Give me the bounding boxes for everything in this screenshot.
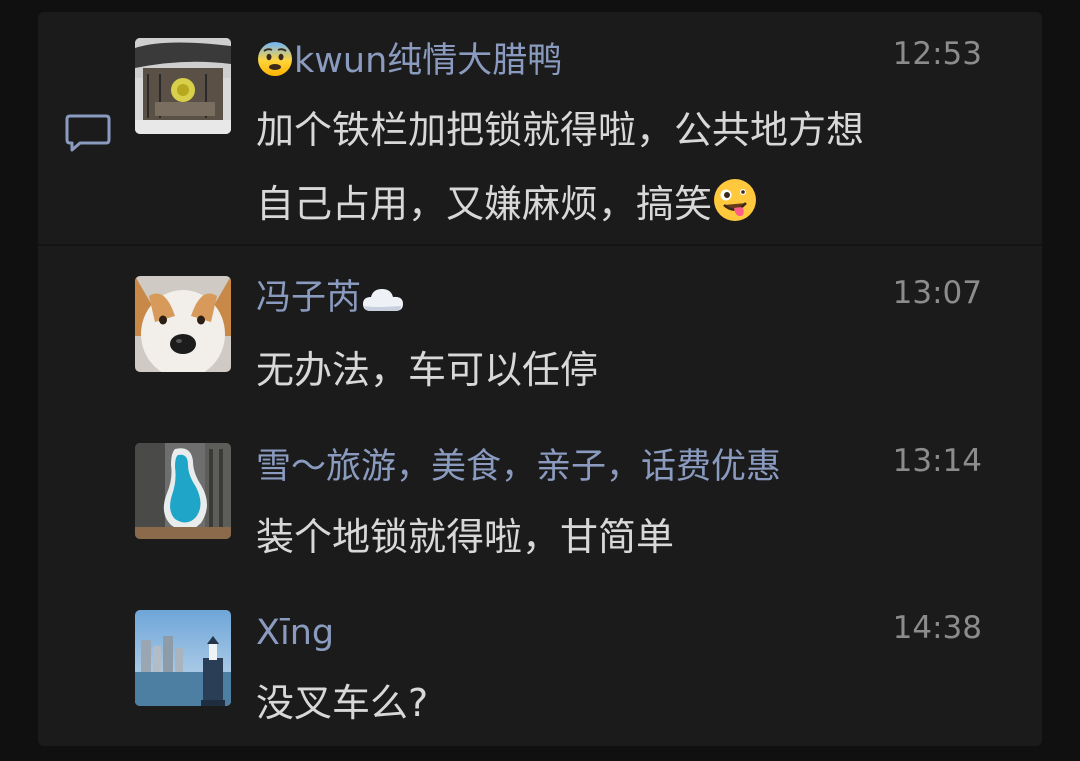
comment-time: 13:07 [892, 275, 982, 311]
zany-face-emoji [712, 172, 758, 248]
comment-text-line: 加个铁栏加把锁就得啦，公共地方想 [256, 108, 865, 152]
comment-text: 没叉车么? [256, 681, 429, 725]
comment-time: 14:38 [892, 610, 982, 646]
comment-author[interactable]: kwun纯情大腊鸭 [256, 38, 562, 90]
comment-time: 13:14 [892, 443, 982, 479]
comment-text-line: 自己占用，又嫌麻烦，搞笑 [256, 166, 758, 248]
fearful-face-emoji [256, 40, 294, 90]
comment-text: 无办法，车可以任停 [256, 348, 599, 392]
comment-author[interactable]: 冯子芮 [256, 275, 405, 327]
avatar[interactable] [135, 610, 231, 706]
comment-author-name[interactable]: Xīng [256, 610, 334, 656]
comment-time: 12:53 [892, 36, 982, 72]
comment-author-name[interactable]: 雪～旅游，美食，亲子，话费优惠 [256, 444, 781, 490]
avatar[interactable] [135, 38, 231, 134]
comment-bubble-icon[interactable] [64, 112, 112, 154]
comment-author-name: 冯子芮 [256, 278, 362, 318]
avatar[interactable] [135, 276, 231, 372]
avatar[interactable] [135, 443, 231, 539]
comment-text: 装个地锁就得啦，甘简单 [256, 515, 675, 559]
comment-text: 自己占用，又嫌麻烦，搞笑 [256, 182, 713, 226]
cloud-emoji [361, 281, 405, 327]
comment-author-name: kwun纯情大腊鸭 [294, 41, 563, 81]
